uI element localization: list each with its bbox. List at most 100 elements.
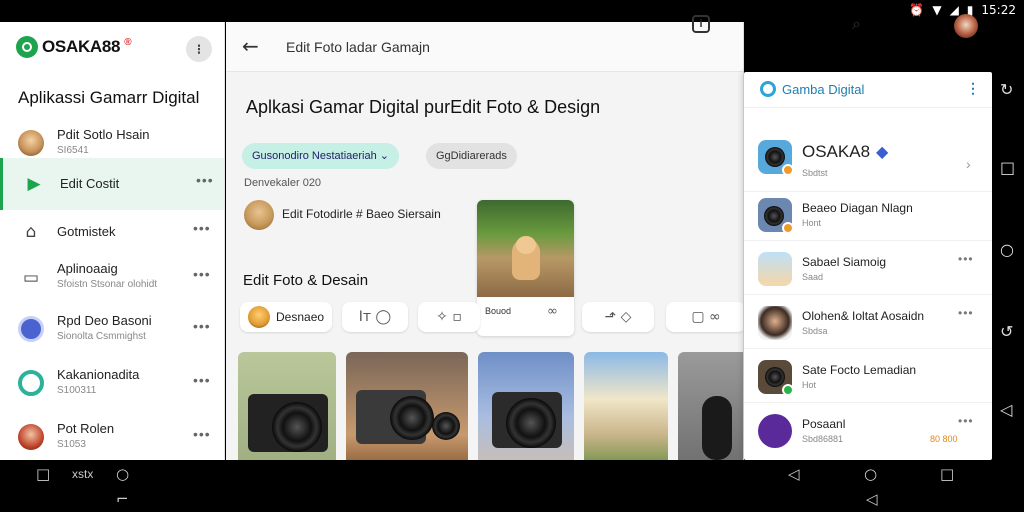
tool-pill[interactable]: ⬏ ◇	[582, 302, 654, 332]
sidebar-item-sub: S100311	[57, 385, 97, 396]
back-icon[interactable]: ◁	[866, 490, 878, 508]
list-item-sub: Sbd86881	[802, 434, 844, 444]
more-dots-icon[interactable]: •••	[958, 306, 974, 320]
more-dots-icon[interactable]: •••	[196, 172, 214, 188]
brand[interactable]: OSAKA88 ®	[16, 36, 132, 58]
rotate-icon[interactable]: ↻	[1000, 80, 1013, 99]
image-thumb	[758, 252, 792, 286]
list-item[interactable]: Olohen& Ioltat Aosaidn Sbdsa •••	[744, 296, 992, 349]
brand-logo-icon	[16, 36, 38, 58]
recents-icon[interactable]: □	[36, 465, 50, 483]
sidebar-item-sub: SI6541	[57, 145, 89, 156]
sidebar-item-label: Pot Rolen	[57, 421, 115, 436]
sidebar-item-sub: S1053	[57, 439, 86, 450]
list-item[interactable]: OSAKA8 ◆ Sbdtst ›	[744, 130, 992, 192]
list-item-extra: 80 800	[930, 434, 958, 444]
frame-icon: ▢ ∞	[691, 309, 721, 325]
list-item-sub: Saad	[802, 272, 824, 282]
home-icon[interactable]: ○	[1000, 240, 1014, 259]
more-dots-icon[interactable]: •••	[193, 220, 211, 236]
section-label: Denvekaler 020	[244, 177, 322, 189]
square-icon[interactable]: □	[1000, 158, 1015, 177]
dog-photo	[477, 200, 574, 297]
camera-photo[interactable]	[478, 352, 574, 470]
more-dots-icon[interactable]: •••	[193, 426, 211, 442]
sparkle-icon: ✧ ▫	[436, 309, 462, 325]
dog-photo[interactable]	[678, 352, 743, 470]
signal-icon: ◢	[949, 3, 959, 17]
profile-avatar[interactable]	[954, 14, 978, 38]
avatar	[18, 424, 44, 450]
sidebar-item-label: Edit Costit	[60, 176, 120, 191]
top-app-bar: ← Edit Foto ladar Gamajn	[226, 22, 743, 72]
tool-pill-label: Desnaeo	[276, 310, 325, 324]
back-icon[interactable]: ◁	[1000, 400, 1012, 419]
panel-title: Gamba Digital	[782, 82, 865, 97]
tool-pill[interactable]: Desnaeo	[240, 302, 332, 332]
system-nav-bottom: □ xstx ○ ⌐ ◁ ○ □ ◁	[0, 460, 1024, 512]
list-item[interactable]: Sabael Siamoig Saad •••	[744, 242, 992, 295]
sidebar-item[interactable]: ⌂ Gotmistek •••	[0, 206, 224, 258]
list-item[interactable]: Posaanl Sbd86881 ••• 80 800	[744, 404, 992, 457]
sidebar-item[interactable]: Rpd Deo Basoni Sionolta Csmmighst •••	[0, 304, 224, 356]
more-dots-icon[interactable]: •••	[958, 252, 974, 266]
sidebar-item[interactable]: Kakanionadita S100311 •••	[0, 358, 224, 410]
sidebar-item-active[interactable]: ▶ Edit Costit •••	[0, 158, 224, 210]
tool-pill[interactable]: ▢ ∞	[666, 302, 743, 332]
avatar	[244, 200, 274, 230]
filter-chip[interactable]: GgDidiarerads	[426, 143, 517, 169]
more-button[interactable]: ⁝	[186, 36, 212, 62]
filter-chip[interactable]: Gusonodiro Nestatiaeriah ⌄	[242, 143, 400, 169]
home-icon[interactable]: ○	[864, 465, 877, 483]
sidebar-item-label: Pdit Sotlo Hsain	[57, 127, 150, 142]
sidebar-item-sub: Sfoistn Stsonar olohidt	[57, 279, 158, 290]
tool-pill[interactable]: Iт ◯	[342, 302, 408, 332]
more-dots-icon[interactable]: •••	[958, 414, 974, 428]
portrait-thumb	[758, 306, 792, 340]
featured-card[interactable]: Bouod ∞	[477, 200, 574, 336]
crop-icon: ⬏ ◇	[604, 309, 632, 325]
featured-title[interactable]: Edit Fotodirle # Baeo Siersain	[282, 207, 441, 221]
panel-header: Gamba Digital ⋮	[744, 72, 992, 108]
status-time: 15:22	[981, 3, 1016, 17]
sidebar-item[interactable]: ▭ Aplinoaaig Sfoistn Stsonar olohidt •••	[0, 252, 224, 304]
list-item[interactable]: Sate Focto Lemadian Hot	[744, 350, 992, 403]
link-icon[interactable]: ∞	[547, 304, 558, 319]
app-icon	[18, 370, 44, 396]
app-list-panel: Gamba Digital ⋮ OSAKA8 ◆ Sbdtst › Beaeo …	[744, 72, 992, 460]
sidebar-item-label: Aplinoaaig	[57, 261, 118, 276]
more-dots-icon[interactable]: •••	[193, 318, 211, 334]
more-dots-icon[interactable]: •••	[193, 372, 211, 388]
brand-badge-icon: ◆	[876, 144, 889, 161]
app-icon	[18, 316, 44, 342]
back-icon[interactable]: ◁	[788, 465, 800, 483]
recents-icon[interactable]: □	[940, 465, 954, 483]
camera-photo[interactable]	[346, 352, 468, 470]
list-item-sub: Hont	[802, 218, 822, 228]
camera-photo[interactable]	[238, 352, 336, 470]
refresh-icon[interactable]: ↺	[1000, 322, 1013, 341]
list-item-sub: Sbdsa	[802, 326, 828, 336]
sidebar-item[interactable]: Pot Rolen S1053 •••	[0, 412, 224, 464]
chevron-right-icon[interactable]: ›	[966, 156, 971, 172]
book-icon: ▭	[22, 268, 40, 288]
search-icon[interactable]: ⌕	[852, 14, 861, 34]
more-dots-icon[interactable]: •••	[193, 266, 211, 282]
breadcrumb: Edit Foto ladar Gamajn	[286, 39, 430, 55]
tool-pill[interactable]: ✧ ▫	[418, 302, 480, 332]
system-nav-right: ↻ □ ○ ↺ ◁	[992, 22, 1024, 512]
list-item-title: Sabael Siamoig	[802, 255, 887, 269]
back-gesture-icon[interactable]: ⌐	[116, 490, 129, 508]
home-icon[interactable]: ○	[116, 465, 129, 483]
sidebar-item-label: Rpd Deo Basoni	[57, 313, 152, 328]
kebab-menu-icon[interactable]: ⋮	[966, 80, 980, 97]
person-icon: ⌂	[25, 222, 37, 242]
list-item-sub: Sbdtst	[802, 168, 828, 178]
info-icon[interactable]: i	[692, 15, 710, 33]
app-thumb	[758, 414, 792, 448]
list-item[interactable]: Beaeo Diagan Nlagn Hont	[744, 188, 992, 241]
registered-icon: ®	[124, 37, 132, 48]
play-icon: ▶	[27, 174, 41, 194]
back-arrow-icon[interactable]: ←	[242, 34, 259, 58]
house-photo[interactable]	[584, 352, 668, 470]
